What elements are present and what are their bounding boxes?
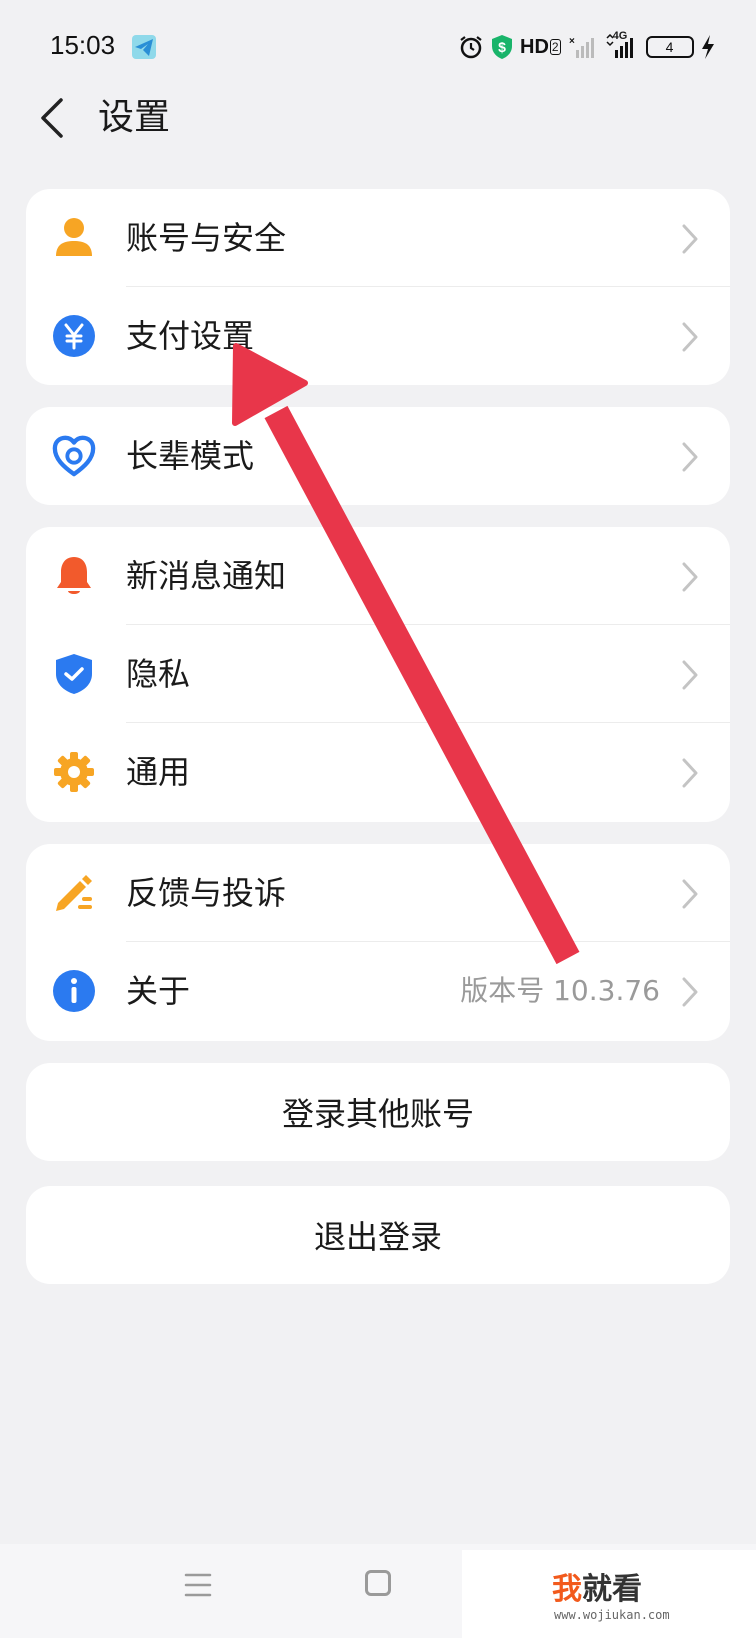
shield-check-icon (52, 652, 96, 696)
row-general[interactable]: 通用 (26, 723, 730, 821)
row-label: 通用 (126, 753, 191, 791)
row-label: 长辈模式 (126, 437, 255, 475)
card-general: 新消息通知 隐私 通用 (26, 527, 730, 822)
watermark-url: www.wojiukan.com (554, 1608, 670, 1622)
row-feedback[interactable]: 反馈与投诉 (26, 844, 730, 942)
yuan-icon (52, 314, 96, 358)
watermark-logo: 我就看 www.wojiukan.com (462, 1550, 756, 1638)
row-payment-settings[interactable]: 支付设置 (26, 287, 730, 385)
chevron-right-icon (682, 562, 698, 592)
pencil-icon (52, 871, 96, 915)
status-time: 15:03 (50, 30, 116, 60)
row-elder-mode[interactable]: 长辈模式 (26, 407, 730, 505)
shield-dollar-icon: $ (491, 34, 513, 60)
row-label: 新消息通知 (126, 557, 287, 595)
card-elder: 长辈模式 (26, 407, 730, 505)
row-account-security[interactable]: 账号与安全 (26, 189, 730, 287)
heart-icon (52, 434, 96, 478)
chevron-right-icon (682, 322, 698, 352)
header: 设置 (0, 92, 756, 192)
row-label: 账号与安全 (126, 219, 287, 257)
logout-button[interactable]: 退出登录 (26, 1186, 730, 1284)
charging-bolt-icon (701, 35, 715, 59)
svg-text:×: × (569, 36, 575, 47)
chevron-right-icon (682, 977, 698, 1007)
watermark-text: 我就看 (552, 1572, 642, 1607)
row-label: 隐私 (126, 655, 191, 693)
signal-x-icon: × (568, 34, 598, 60)
bell-icon (52, 554, 96, 598)
status-bar: 15:03 $ HD 2 × 4G 4 (0, 0, 756, 92)
telegram-icon (130, 33, 158, 65)
row-label: 关于 (126, 972, 191, 1010)
signal-4g-icon: 4G (605, 30, 639, 60)
card-support: 反馈与投诉 关于 版本号 10.3.76 (26, 844, 730, 1041)
row-about[interactable]: 关于 版本号 10.3.76 (26, 942, 730, 1040)
row-notifications[interactable]: 新消息通知 (26, 527, 730, 625)
svg-text:$: $ (498, 39, 506, 55)
chevron-left-icon (41, 98, 63, 138)
menu-icon[interactable] (184, 1570, 212, 1600)
card-account: 账号与安全 支付设置 (26, 189, 730, 385)
hd-indicator: HD 2 (520, 35, 561, 58)
home-button[interactable] (365, 1570, 391, 1596)
row-label: 支付设置 (126, 317, 255, 355)
chevron-right-icon (682, 224, 698, 254)
info-icon (52, 969, 96, 1013)
row-privacy[interactable]: 隐私 (26, 625, 730, 723)
back-button[interactable] (32, 92, 72, 144)
alarm-icon (458, 34, 484, 60)
person-icon (52, 216, 96, 260)
chevron-right-icon (682, 442, 698, 472)
version-value: 版本号 10.3.76 (460, 974, 660, 1007)
gear-icon (52, 750, 96, 794)
chevron-right-icon (682, 660, 698, 690)
row-label: 反馈与投诉 (126, 874, 287, 912)
switch-account-button[interactable]: 登录其他账号 (26, 1063, 730, 1161)
status-icons: $ HD 2 × 4G 4 (458, 30, 715, 64)
chevron-right-icon (682, 758, 698, 788)
page-title: 设置 (98, 97, 171, 138)
battery-icon: 4 (645, 36, 694, 58)
chevron-right-icon (682, 879, 698, 909)
